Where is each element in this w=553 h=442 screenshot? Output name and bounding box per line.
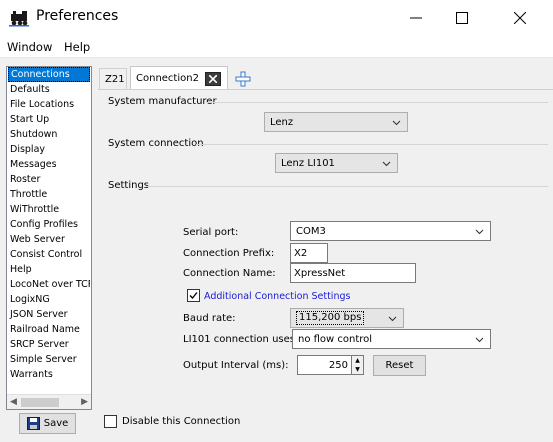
list-item-json-server[interactable]: JSON Server	[8, 307, 90, 322]
maximize-button[interactable]	[439, 0, 485, 36]
output-interval-label: Output Interval (ms):	[183, 360, 289, 371]
baud-rate-label: Baud rate:	[183, 313, 236, 324]
serial-port-select[interactable]: COM3	[290, 221, 491, 241]
minimize-icon	[410, 17, 422, 19]
plus-icon	[235, 71, 251, 87]
settings-label: Settings	[108, 180, 150, 191]
window-title: Preferences	[36, 8, 119, 24]
output-interval-spinner[interactable]: ▲ ▼	[351, 355, 364, 375]
system-connection-select[interactable]: Lenz LI101	[275, 153, 398, 173]
chevron-down-icon	[475, 229, 484, 235]
select-value: Lenz	[270, 116, 294, 128]
tab-label: Z21	[105, 74, 125, 85]
chevron-down-icon	[382, 161, 391, 167]
list-item-shutdown[interactable]: Shutdown	[8, 127, 90, 142]
connection-prefix-label: Connection Prefix:	[183, 248, 275, 259]
system-connection-label: System connection	[108, 138, 204, 149]
checkmark-icon	[189, 292, 198, 299]
spin-up-icon[interactable]: ▲	[352, 356, 363, 365]
scroll-left-icon[interactable]: ◀	[10, 397, 17, 407]
list-item-messages[interactable]: Messages	[8, 157, 90, 172]
menu-bar: Window Help	[0, 36, 553, 58]
list-item-start-up[interactable]: Start Up	[8, 112, 90, 127]
select-value: COM3	[296, 225, 326, 237]
additional-settings-checkbox[interactable]	[187, 289, 200, 302]
output-interval-input[interactable]: 250	[297, 355, 352, 375]
scroll-right-icon[interactable]: ▶	[81, 397, 88, 407]
list-item-defaults[interactable]: Defaults	[8, 82, 90, 97]
floppy-disk-icon	[26, 417, 40, 430]
menu-window[interactable]: Window	[7, 40, 52, 54]
baud-rate-select[interactable]: 115,200 bps	[290, 308, 404, 328]
disable-connection-label[interactable]: Disable this Connection	[122, 416, 240, 427]
list-item-srcp-server[interactable]: SRCP Server	[8, 337, 90, 352]
list-item-help[interactable]: Help	[8, 262, 90, 277]
list-item-web-server[interactable]: Web Server	[8, 232, 90, 247]
train-app-icon	[9, 8, 29, 28]
select-value: Lenz LI101	[281, 157, 335, 169]
list-item-logixng[interactable]: LogixNG	[8, 292, 90, 307]
flow-control-select[interactable]: no flow control	[292, 329, 491, 349]
section-divider	[206, 102, 548, 103]
select-value: 115,200 bps	[296, 311, 365, 325]
save-button[interactable]: Save	[19, 413, 76, 434]
serial-port-label: Serial port:	[183, 227, 239, 238]
list-item-warrants[interactable]: Warrants	[8, 367, 90, 382]
chevron-down-icon	[388, 316, 397, 322]
system-manufacturer-select[interactable]: Lenz	[264, 112, 408, 132]
tab-label: Connection2	[136, 73, 199, 84]
system-manufacturer-label: System manufacturer	[108, 96, 217, 107]
list-item-withrottle[interactable]: WiThrottle	[8, 202, 90, 217]
reset-button[interactable]: Reset	[373, 355, 426, 376]
preferences-category-list[interactable]: Connections Defaults File Locations Star…	[6, 66, 92, 410]
list-item-connections[interactable]: Connections	[8, 67, 90, 82]
add-tab-button[interactable]	[230, 68, 256, 90]
save-button-label: Save	[43, 418, 69, 429]
spin-down-icon[interactable]: ▼	[352, 365, 363, 374]
additional-settings-label[interactable]: Additional Connection Settings	[204, 291, 350, 302]
close-icon	[514, 12, 526, 24]
list-item-display[interactable]: Display	[8, 142, 90, 157]
scrollbar-thumb[interactable]	[21, 398, 59, 407]
connection-name-input[interactable]: XpressNet	[290, 263, 416, 283]
reset-button-label: Reset	[385, 360, 414, 371]
list-item-roster[interactable]: Roster	[8, 172, 90, 187]
sidebar-horizontal-scrollbar[interactable]: ◀ ▶	[7, 394, 91, 409]
list-item-loconet-over-tcp[interactable]: LocoNet over TCP	[8, 277, 90, 292]
list-item-file-locations[interactable]: File Locations	[8, 97, 90, 112]
section-divider	[196, 144, 548, 145]
disable-connection-checkbox[interactable]	[104, 415, 117, 428]
list-item-throttle[interactable]: Throttle	[8, 187, 90, 202]
connection-prefix-input[interactable]: X2	[290, 243, 328, 263]
tab-close-icon[interactable]	[204, 71, 221, 86]
close-button[interactable]	[497, 0, 543, 36]
chevron-down-icon	[475, 337, 484, 343]
chevron-down-icon	[392, 120, 401, 126]
tab-connection2[interactable]: Connection2	[130, 66, 228, 90]
select-value: no flow control	[298, 333, 373, 345]
minimize-button[interactable]	[393, 0, 439, 36]
title-bar: Preferences	[0, 0, 553, 36]
list-item-config-profiles[interactable]: Config Profiles	[8, 217, 90, 232]
connection-uses-label: LI101 connection uses:	[183, 334, 299, 345]
section-divider	[146, 186, 548, 187]
menu-help[interactable]: Help	[64, 40, 90, 54]
connection-name-label: Connection Name:	[183, 268, 276, 279]
maximize-icon	[456, 12, 468, 24]
list-item-railroad-name[interactable]: Railroad Name	[8, 322, 90, 337]
list-item-consist-control[interactable]: Consist Control	[8, 247, 90, 262]
tab-z21[interactable]: Z21	[99, 68, 127, 90]
list-item-simple-server[interactable]: Simple Server	[8, 352, 90, 367]
